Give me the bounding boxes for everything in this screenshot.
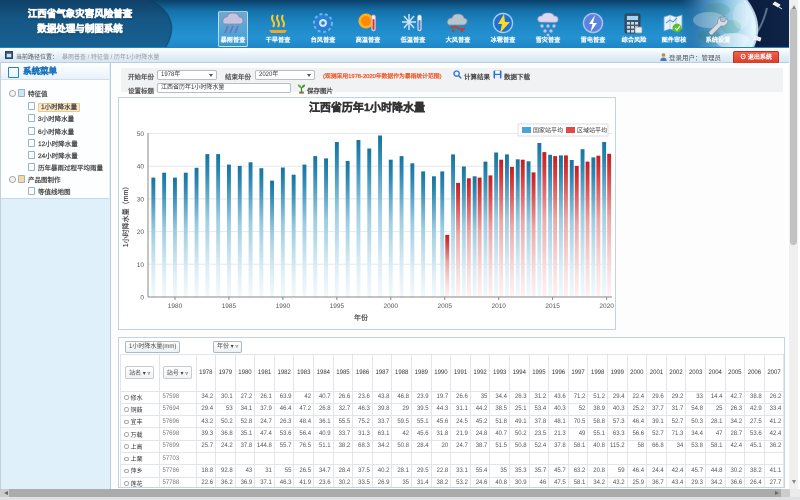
svg-text:2000: 2000 xyxy=(384,303,399,310)
svg-text:年份: 年份 xyxy=(354,313,368,322)
svg-text:2020: 2020 xyxy=(599,303,614,310)
svg-text:2015: 2015 xyxy=(545,303,560,310)
svg-text:江西省历年1小时降水量: 江西省历年1小时降水量 xyxy=(309,100,425,114)
svg-text:1小时降水量（mm）: 1小时降水量（mm） xyxy=(121,183,130,248)
svg-text:2010: 2010 xyxy=(491,303,506,310)
svg-text:50: 50 xyxy=(137,131,145,138)
svg-text:2005: 2005 xyxy=(438,303,453,310)
svg-text:10: 10 xyxy=(137,262,145,269)
svg-text:30: 30 xyxy=(137,196,145,203)
svg-text:1995: 1995 xyxy=(330,303,345,310)
svg-text:0: 0 xyxy=(140,295,144,302)
svg-text:1980: 1980 xyxy=(168,303,183,310)
svg-text:1990: 1990 xyxy=(276,303,291,310)
svg-text:40: 40 xyxy=(137,164,145,171)
svg-text:1985: 1985 xyxy=(222,303,237,310)
svg-text:20: 20 xyxy=(137,229,145,236)
svg-text:国家站平均: 国家站平均 xyxy=(533,127,563,135)
svg-text:区域站平均: 区域站平均 xyxy=(577,127,607,135)
